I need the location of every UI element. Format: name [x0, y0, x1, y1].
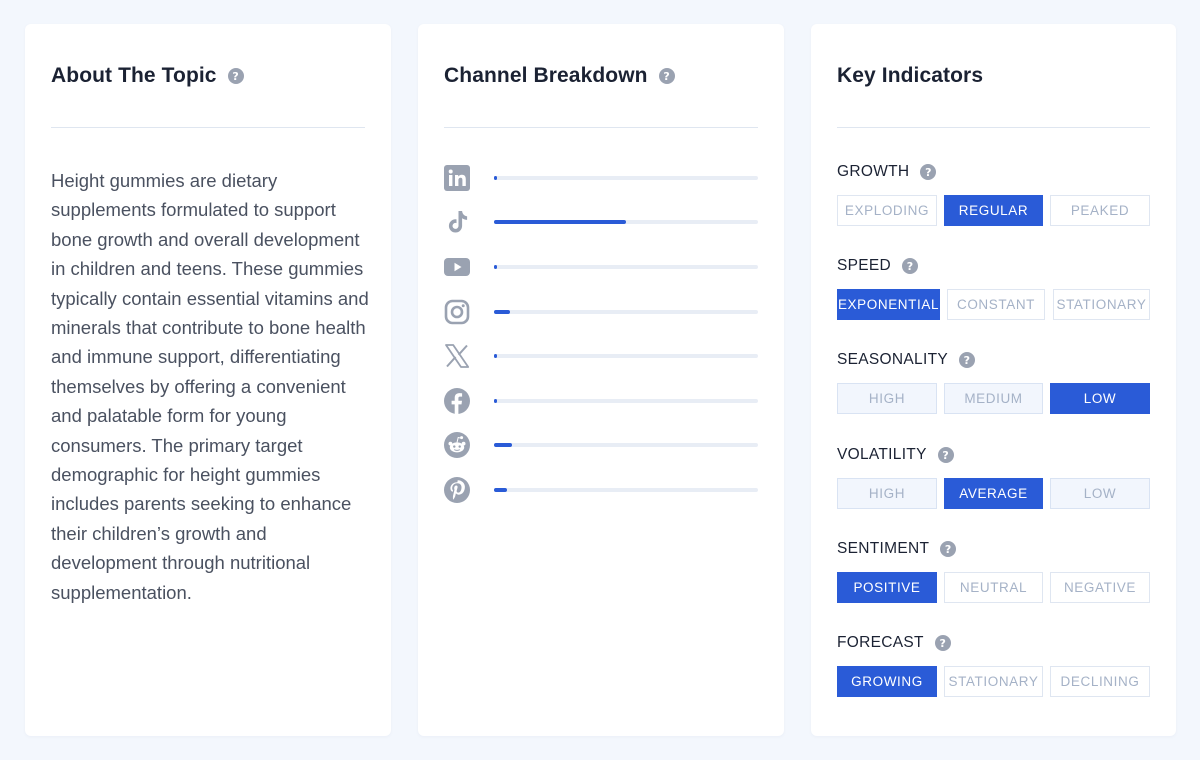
growth-label: GROWTH: [837, 163, 910, 180]
indicator-sentiment: SENTIMENT ? POSITIVE NEUTRAL NEGATIVE: [837, 539, 1150, 603]
volatility-label: VOLATILITY: [837, 446, 927, 463]
channel-breakdown-title: Channel Breakdown: [444, 64, 648, 87]
channel-breakdown-card: Channel Breakdown ?: [418, 24, 784, 736]
channel-share-bar: [494, 443, 513, 447]
channel-share-track: [494, 176, 758, 180]
channel-share-track: [494, 488, 758, 492]
growth-option-peaked[interactable]: PEAKED: [1050, 195, 1150, 226]
volatility-options: HIGH AVERAGE LOW: [837, 478, 1150, 509]
indicator-speed: SPEED ? EXPONENTIAL CONSTANT STATIONARY: [837, 256, 1150, 320]
reddit-icon[interactable]: [444, 432, 470, 458]
sentiment-option-positive[interactable]: POSITIVE: [837, 572, 937, 603]
channel-row-tiktok: [444, 209, 758, 237]
facebook-icon[interactable]: [444, 388, 470, 414]
seasonality-option-high[interactable]: HIGH: [837, 383, 937, 414]
channel-share-bar: [494, 399, 497, 403]
help-icon[interactable]: ?: [940, 541, 957, 557]
channel-share-bar: [494, 265, 497, 269]
channel-share-track: [494, 399, 758, 403]
sentiment-option-neutral[interactable]: NEUTRAL: [944, 572, 1043, 603]
seasonality-label: SEASONALITY: [837, 351, 948, 368]
forecast-options: GROWING STATIONARY DECLINING: [837, 666, 1150, 697]
indicator-label: GROWTH ?: [837, 162, 1150, 182]
forecast-option-growing[interactable]: GROWING: [837, 666, 937, 697]
card-title: About The Topic ?: [51, 64, 244, 88]
tiktok-icon[interactable]: [444, 209, 470, 235]
speed-options: EXPONENTIAL CONSTANT STATIONARY: [837, 289, 1150, 320]
pinterest-icon[interactable]: [444, 477, 470, 503]
help-icon[interactable]: ?: [227, 68, 244, 84]
channel-share-bar: [494, 220, 626, 224]
help-icon[interactable]: ?: [658, 68, 675, 84]
sentiment-label: SENTIMENT: [837, 540, 930, 557]
help-icon[interactable]: ?: [937, 447, 954, 463]
help-icon[interactable]: ?: [934, 635, 951, 651]
channel-share-bar: [494, 176, 497, 180]
sentiment-options: POSITIVE NEUTRAL NEGATIVE: [837, 572, 1150, 603]
card-header: Key Indicators: [837, 24, 1150, 128]
key-indicators-title: Key Indicators: [837, 64, 984, 87]
indicator-growth: GROWTH ? EXPLODING REGULAR PEAKED: [837, 162, 1150, 226]
channel-share-track: [494, 220, 758, 224]
about-title: About The Topic: [51, 64, 217, 87]
x-icon[interactable]: [444, 343, 470, 369]
indicator-label: SPEED ?: [837, 256, 1150, 276]
seasonality-option-medium[interactable]: MEDIUM: [944, 383, 1043, 414]
youtube-icon[interactable]: [444, 254, 470, 280]
seasonality-option-low[interactable]: LOW: [1050, 383, 1150, 414]
channel-row-youtube: [444, 254, 758, 282]
card-header: Channel Breakdown ?: [444, 24, 758, 128]
about-topic-card: About The Topic ? Height gummies are die…: [25, 24, 391, 736]
key-indicators-card: Key Indicators GROWTH ? EXPLODING REGULAR…: [811, 24, 1176, 736]
help-icon[interactable]: ?: [920, 164, 937, 180]
card-title: Key Indicators: [837, 64, 983, 88]
linkedin-icon[interactable]: [444, 165, 470, 191]
forecast-option-declining[interactable]: DECLINING: [1050, 666, 1150, 697]
help-icon[interactable]: ?: [902, 258, 919, 274]
channel-share-track: [494, 443, 758, 447]
channel-row-pinterest: [444, 477, 758, 505]
indicator-volatility: VOLATILITY ? HIGH AVERAGE LOW: [837, 445, 1150, 509]
channel-row-reddit: [444, 432, 758, 460]
indicator-label: SENTIMENT ?: [837, 539, 1150, 559]
speed-option-constant[interactable]: CONSTANT: [947, 289, 1045, 320]
indicator-forecast: FORECAST ? GROWING STATIONARY DECLINING: [837, 633, 1150, 697]
channel-row-facebook: [444, 388, 758, 416]
channel-share-bar: [494, 310, 510, 314]
seasonality-options: HIGH MEDIUM LOW: [837, 383, 1150, 414]
growth-option-regular[interactable]: REGULAR: [944, 195, 1043, 226]
forecast-option-stationary[interactable]: STATIONARY: [944, 666, 1043, 697]
channel-row-x: [444, 343, 758, 371]
speed-label: SPEED: [837, 257, 892, 274]
volatility-option-low[interactable]: LOW: [1050, 478, 1150, 509]
forecast-label: FORECAST: [837, 634, 924, 651]
channel-share-bar: [494, 488, 508, 492]
speed-option-stationary[interactable]: STATIONARY: [1053, 289, 1150, 320]
volatility-option-average[interactable]: AVERAGE: [944, 478, 1043, 509]
topic-description: Height gummies are dietary supplements f…: [51, 170, 369, 603]
indicator-label: FORECAST ?: [837, 633, 1150, 653]
channel-share-track: [494, 310, 758, 314]
help-icon[interactable]: ?: [958, 352, 975, 368]
indicator-label: SEASONALITY ?: [837, 350, 1150, 370]
sentiment-option-negative[interactable]: NEGATIVE: [1050, 572, 1150, 603]
channel-row-instagram: [444, 299, 758, 327]
indicator-label: VOLATILITY ?: [837, 445, 1150, 465]
speed-option-exponential[interactable]: EXPONENTIAL: [837, 289, 940, 320]
volatility-option-high[interactable]: HIGH: [837, 478, 937, 509]
channel-share-track: [494, 265, 758, 269]
card-title: Channel Breakdown ?: [444, 64, 675, 88]
growth-options: EXPLODING REGULAR PEAKED: [837, 195, 1150, 226]
instagram-icon[interactable]: [444, 299, 470, 325]
channel-share-bar: [494, 354, 497, 358]
growth-option-exploding[interactable]: EXPLODING: [837, 195, 937, 226]
indicator-seasonality: SEASONALITY ? HIGH MEDIUM LOW: [837, 350, 1150, 414]
card-header: About The Topic ?: [51, 24, 365, 128]
channel-row-linkedin: [444, 165, 758, 193]
channel-share-track: [494, 354, 758, 358]
